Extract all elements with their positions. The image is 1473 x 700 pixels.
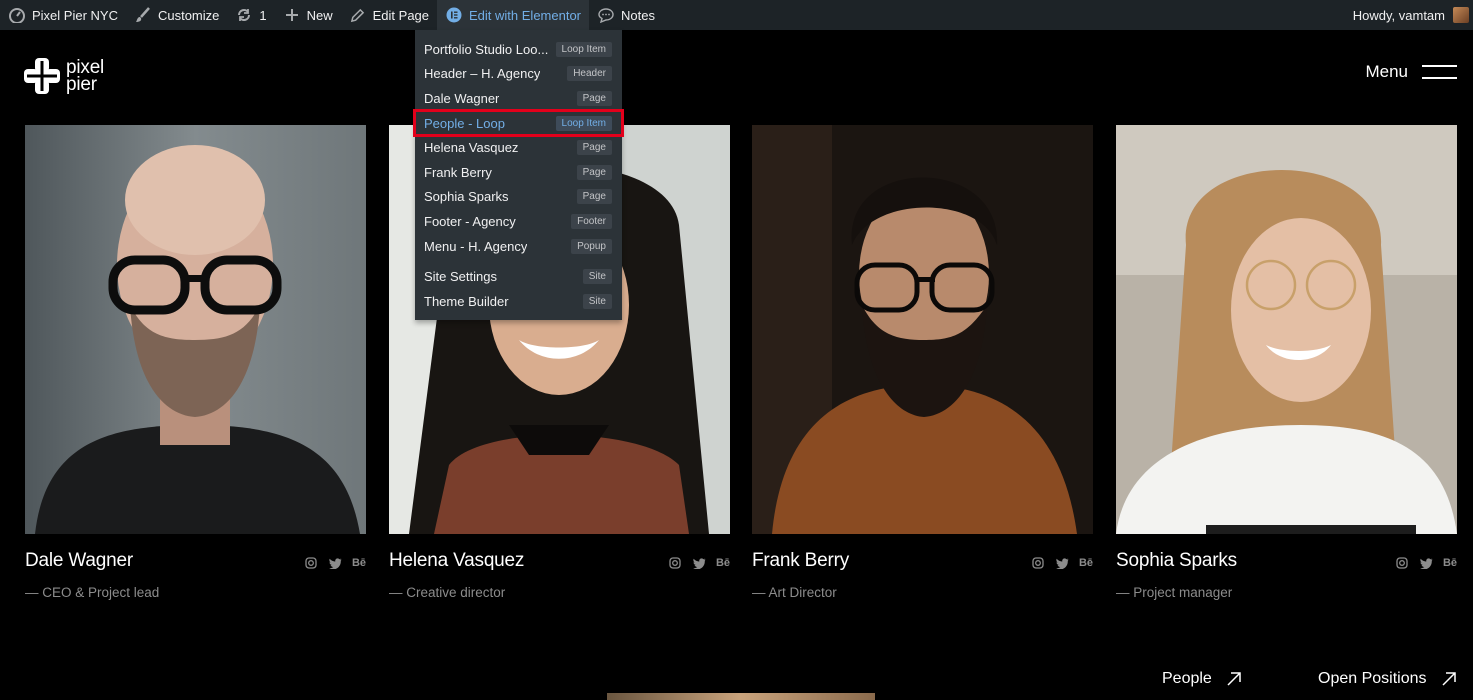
arrow-up-right-icon	[1227, 672, 1241, 686]
instagram-icon[interactable]	[1031, 556, 1045, 570]
type-badge: Page	[576, 189, 612, 205]
twitter-icon[interactable]	[692, 556, 706, 570]
edit-with-elementor-link[interactable]: Edit with Elementor	[437, 0, 590, 30]
person-name[interactable]: Sophia Sparks	[1116, 550, 1237, 572]
behance-icon[interactable]: Bē	[1443, 556, 1457, 570]
my-account[interactable]: Howdy, vamtam	[1353, 7, 1473, 23]
instagram-icon[interactable]	[668, 556, 682, 570]
person-card: Frank Berry Bē — Art Director	[752, 125, 1093, 600]
updates-link[interactable]: 1	[227, 0, 274, 30]
social-links: Bē	[1395, 556, 1457, 570]
edit-page-link[interactable]: Edit Page	[341, 0, 437, 30]
behance-icon[interactable]: Bē	[716, 556, 730, 570]
brush-icon	[134, 6, 152, 24]
type-badge: Header	[567, 66, 612, 82]
next-section-image	[607, 693, 875, 700]
person-photo[interactable]	[1116, 125, 1457, 534]
open-positions-link[interactable]: Open Positions	[1318, 670, 1457, 688]
type-badge: Loop Item	[555, 41, 612, 57]
menu-item-menu-agency[interactable]: Menu - H. Agency Popup	[415, 234, 622, 259]
menu-item-footer-agency[interactable]: Footer - Agency Footer	[415, 209, 622, 234]
social-links: Bē	[668, 556, 730, 570]
type-badge: Footer	[571, 213, 612, 229]
type-badge: Page	[576, 140, 612, 156]
menu-item-header-agency[interactable]: Header – H. Agency Header	[415, 62, 622, 87]
new-label: New	[306, 7, 333, 23]
plus-icon	[283, 6, 301, 24]
arrow-up-right-icon	[1441, 672, 1456, 686]
menu-label: Menu	[1365, 62, 1408, 81]
hamburger-icon	[1422, 65, 1457, 79]
new-content-link[interactable]: New	[275, 0, 341, 30]
open-positions-label: Open Positions	[1318, 670, 1427, 687]
site-name-link[interactable]: Pixel Pier NYC	[0, 0, 126, 30]
menu-item-dale-wagner[interactable]: Dale Wagner Page	[415, 86, 622, 111]
elementor-icon	[445, 6, 463, 24]
edit-with-elementor-label: Edit with Elementor	[469, 7, 582, 23]
instagram-icon[interactable]	[304, 556, 318, 570]
person-role: — CEO & Project lead	[25, 585, 160, 600]
menu-button[interactable]: Menu	[1365, 62, 1457, 82]
type-badge: Site	[582, 269, 612, 285]
person-name[interactable]: Helena Vasquez	[389, 550, 524, 572]
logo-mark-icon	[24, 58, 60, 94]
edit-page-label: Edit Page	[372, 7, 430, 23]
person-name[interactable]: Dale Wagner	[25, 550, 133, 572]
menu-item-theme-builder[interactable]: Theme Builder Site	[415, 289, 622, 314]
customize-label: Customize	[157, 7, 220, 23]
user-avatar	[1453, 7, 1469, 23]
elementor-dropdown-menu: Portfolio Studio Loo... Loop Item Header…	[413, 30, 624, 320]
social-links: Bē	[1031, 556, 1093, 570]
logo-wordmark: pixel pier	[66, 57, 105, 95]
social-links: Bē	[304, 556, 366, 570]
dashboard-icon	[8, 6, 26, 24]
type-badge: Page	[576, 164, 612, 180]
type-badge: Page	[576, 90, 612, 106]
person-card: Dale Wagner Bē — CEO & Project lead	[25, 125, 366, 600]
menu-item-people-loop[interactable]: People - Loop Loop Item	[413, 108, 624, 138]
behance-icon[interactable]: Bē	[352, 556, 366, 570]
instagram-icon[interactable]	[1395, 556, 1409, 570]
pencil-icon	[349, 6, 367, 24]
person-name[interactable]: Frank Berry	[752, 550, 849, 572]
person-role: — Creative director	[389, 585, 506, 600]
menu-item-helena-vasquez[interactable]: Helena Vasquez Page	[415, 135, 622, 160]
twitter-icon[interactable]	[1055, 556, 1069, 570]
updates-count: 1	[259, 7, 267, 23]
people-link-label: People	[1162, 670, 1212, 687]
twitter-icon[interactable]	[328, 556, 342, 570]
notes-label: Notes	[621, 7, 655, 23]
menu-item-site-settings[interactable]: Site Settings Site	[415, 264, 622, 289]
behance-icon[interactable]: Bē	[1079, 556, 1093, 570]
menu-item-sophia-sparks[interactable]: Sophia Sparks Page	[415, 185, 622, 210]
person-role: — Project manager	[1116, 585, 1233, 600]
type-badge: Loop Item	[555, 115, 612, 131]
people-link[interactable]: People	[1162, 670, 1242, 688]
type-badge: Site	[582, 293, 612, 309]
person-card: Sophia Sparks Bē — Project manager	[1116, 125, 1457, 600]
menu-item-frank-berry[interactable]: Frank Berry Page	[415, 160, 622, 185]
wp-admin-bar: Pixel Pier NYC Customize 1 New Edit Page…	[0, 0, 1473, 30]
speech-bubble-icon	[597, 6, 615, 24]
twitter-icon[interactable]	[1419, 556, 1433, 570]
menu-item-portfolio-studio-loop[interactable]: Portfolio Studio Loo... Loop Item	[415, 37, 622, 62]
site-logo[interactable]: pixel pier	[24, 58, 104, 94]
type-badge: Popup	[571, 238, 612, 254]
refresh-icon	[235, 6, 253, 24]
notes-link[interactable]: Notes	[589, 0, 663, 30]
person-photo[interactable]	[25, 125, 366, 534]
person-role: — Art Director	[752, 585, 837, 600]
person-photo[interactable]	[752, 125, 1093, 534]
howdy-label: Howdy, vamtam	[1352, 7, 1445, 23]
customize-link[interactable]: Customize	[126, 0, 227, 30]
site-name-label: Pixel Pier NYC	[32, 7, 118, 23]
